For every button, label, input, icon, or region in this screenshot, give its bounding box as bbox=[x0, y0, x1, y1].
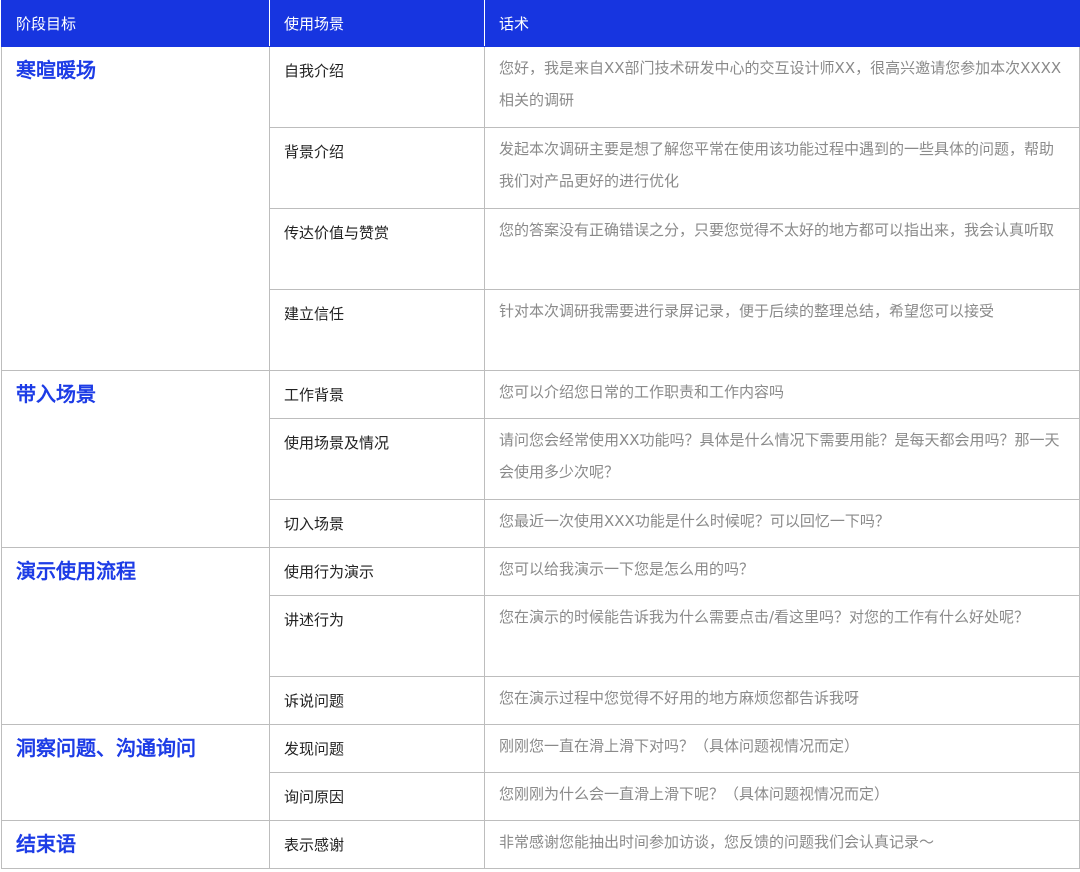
scene-cell: 表示感谢 bbox=[269, 820, 485, 869]
scene-cell: 诉说问题 bbox=[269, 676, 485, 725]
script-cell: 针对本次调研我需要进行录屏记录，便于后续的整理总结，希望您可以接受 bbox=[484, 289, 1080, 371]
script-cell: 您的答案没有正确错误之分，只要您觉得不太好的地方都可以指出来，我会认真听取 bbox=[484, 208, 1080, 290]
script-cell: 您在演示的时候能告诉我为什么需要点击/看这里吗？对您的工作有什么好处呢？ bbox=[484, 595, 1080, 677]
scene-cell: 发现问题 bbox=[269, 724, 485, 773]
stage-title-demo: 演示使用流程 bbox=[1, 547, 270, 725]
script-cell: 您刚刚为什么会一直滑上滑下呢？（具体问题视情况而定） bbox=[484, 772, 1080, 821]
stage-title-closing: 结束语 bbox=[1, 820, 270, 869]
header-usage-scene: 使用场景 bbox=[269, 0, 485, 47]
script-cell: 刚刚您一直在滑上滑下对吗？（具体问题视情况而定） bbox=[484, 724, 1080, 773]
scene-cell: 工作背景 bbox=[269, 370, 485, 419]
header-script: 话术 bbox=[484, 0, 1080, 47]
table-row: 寒暄暖场 自我介绍 您好，我是来自XX部门技术研发中心的交互设计师XX，很高兴邀… bbox=[1, 46, 1080, 371]
scene-cell: 使用行为演示 bbox=[269, 547, 485, 596]
table-row: 洞察问题、沟通询问 发现问题 刚刚您一直在滑上滑下对吗？（具体问题视情况而定） bbox=[1, 724, 1080, 821]
scene-cell: 讲述行为 bbox=[269, 595, 485, 677]
script-cell: 请问您会经常使用XX功能吗？具体是什么情况下需要用能？是每天都会用吗？那一天会使… bbox=[484, 418, 1080, 500]
scene-cell: 使用场景及情况 bbox=[269, 418, 485, 500]
table-row: 结束语 表示感谢 非常感谢您能抽出时间参加访谈，您反馈的问题我们会认真记录～ bbox=[1, 820, 1080, 869]
interview-script-table: 阶段目标 使用场景 话术 寒暄暖场 自我介绍 您好，我是来自XX部门技术研发中心… bbox=[1, 0, 1080, 869]
script-cell: 发起本次调研主要是想了解您平常在使用该功能过程中遇到的一些具体的问题，帮助我们对… bbox=[484, 127, 1080, 209]
scene-cell: 询问原因 bbox=[269, 772, 485, 821]
script-cell: 您好，我是来自XX部门技术研发中心的交互设计师XX，很高兴邀请您参加本次XXXX… bbox=[484, 46, 1080, 128]
scene-cell: 自我介绍 bbox=[269, 46, 485, 128]
stage-title-insight: 洞察问题、沟通询问 bbox=[1, 724, 270, 821]
script-cell: 您在演示过程中您觉得不好用的地方麻烦您都告诉我呀 bbox=[484, 676, 1080, 725]
script-cell: 非常感谢您能抽出时间参加访谈，您反馈的问题我们会认真记录～ bbox=[484, 820, 1080, 869]
table-row: 带入场景 工作背景 您可以介绍您日常的工作职责和工作内容吗 bbox=[1, 370, 1080, 548]
table-row: 演示使用流程 使用行为演示 您可以给我演示一下您是怎么用的吗？ bbox=[1, 547, 1080, 725]
scene-cell: 背景介绍 bbox=[269, 127, 485, 209]
stage-title-warmup: 寒暄暖场 bbox=[1, 46, 270, 371]
script-cell: 您可以介绍您日常的工作职责和工作内容吗 bbox=[484, 370, 1080, 419]
header-row: 阶段目标 使用场景 话术 bbox=[1, 0, 1080, 47]
header-stage-goal: 阶段目标 bbox=[1, 0, 270, 47]
scene-cell: 切入场景 bbox=[269, 499, 485, 548]
script-cell: 您可以给我演示一下您是怎么用的吗？ bbox=[484, 547, 1080, 596]
scene-cell: 建立信任 bbox=[269, 289, 485, 371]
script-cell: 您最近一次使用XXX功能是什么时候呢？可以回忆一下吗？ bbox=[484, 499, 1080, 548]
stage-title-context: 带入场景 bbox=[1, 370, 270, 548]
scene-cell: 传达价值与赞赏 bbox=[269, 208, 485, 290]
